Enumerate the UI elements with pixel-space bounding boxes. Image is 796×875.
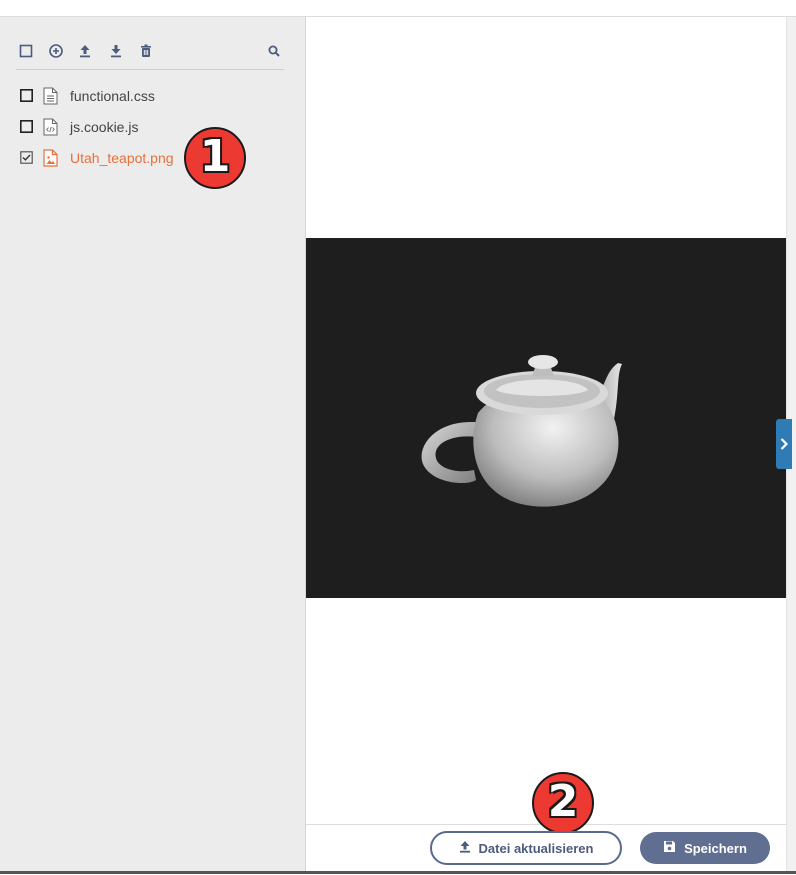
file-item-utah-teapot-png[interactable]: Utah_teapot.png bbox=[18, 148, 288, 168]
annotation-badge-1: 1 bbox=[184, 127, 246, 189]
add-icon[interactable] bbox=[48, 43, 64, 59]
trash-icon[interactable] bbox=[138, 43, 154, 59]
file-sidebar: functional.css js.cookie.js Utah_teapot.… bbox=[0, 17, 305, 874]
upload-icon[interactable] bbox=[77, 43, 93, 59]
save-button[interactable]: Speichern bbox=[640, 832, 770, 864]
save-icon bbox=[663, 840, 676, 856]
expand-panel-button[interactable] bbox=[776, 419, 792, 469]
code-file-icon bbox=[43, 118, 58, 136]
teapot-image bbox=[421, 355, 622, 507]
download-icon[interactable] bbox=[108, 43, 124, 59]
file-checkbox[interactable] bbox=[20, 89, 33, 102]
file-name-selected: Utah_teapot.png bbox=[70, 150, 174, 166]
file-checkbox[interactable] bbox=[20, 120, 33, 133]
file-name: functional.css bbox=[70, 88, 155, 104]
image-preview bbox=[306, 238, 786, 598]
save-label: Speichern bbox=[684, 840, 747, 856]
upload-icon bbox=[459, 840, 471, 856]
document-file-icon bbox=[43, 87, 58, 105]
image-file-icon bbox=[43, 149, 58, 167]
update-file-button[interactable]: Datei aktualisieren bbox=[430, 831, 622, 865]
file-name: js.cookie.js bbox=[70, 119, 139, 135]
file-item-functional-css[interactable]: functional.css bbox=[18, 86, 288, 106]
annotation-badge-2: 2 bbox=[532, 772, 594, 834]
select-all-icon[interactable] bbox=[18, 43, 34, 59]
update-file-label: Datei aktualisieren bbox=[478, 840, 594, 856]
sidebar-toolbar bbox=[16, 41, 284, 70]
file-checkbox-checked[interactable] bbox=[20, 151, 33, 164]
search-icon[interactable] bbox=[266, 43, 282, 59]
file-item-js-cookie-js[interactable]: js.cookie.js bbox=[18, 117, 288, 137]
